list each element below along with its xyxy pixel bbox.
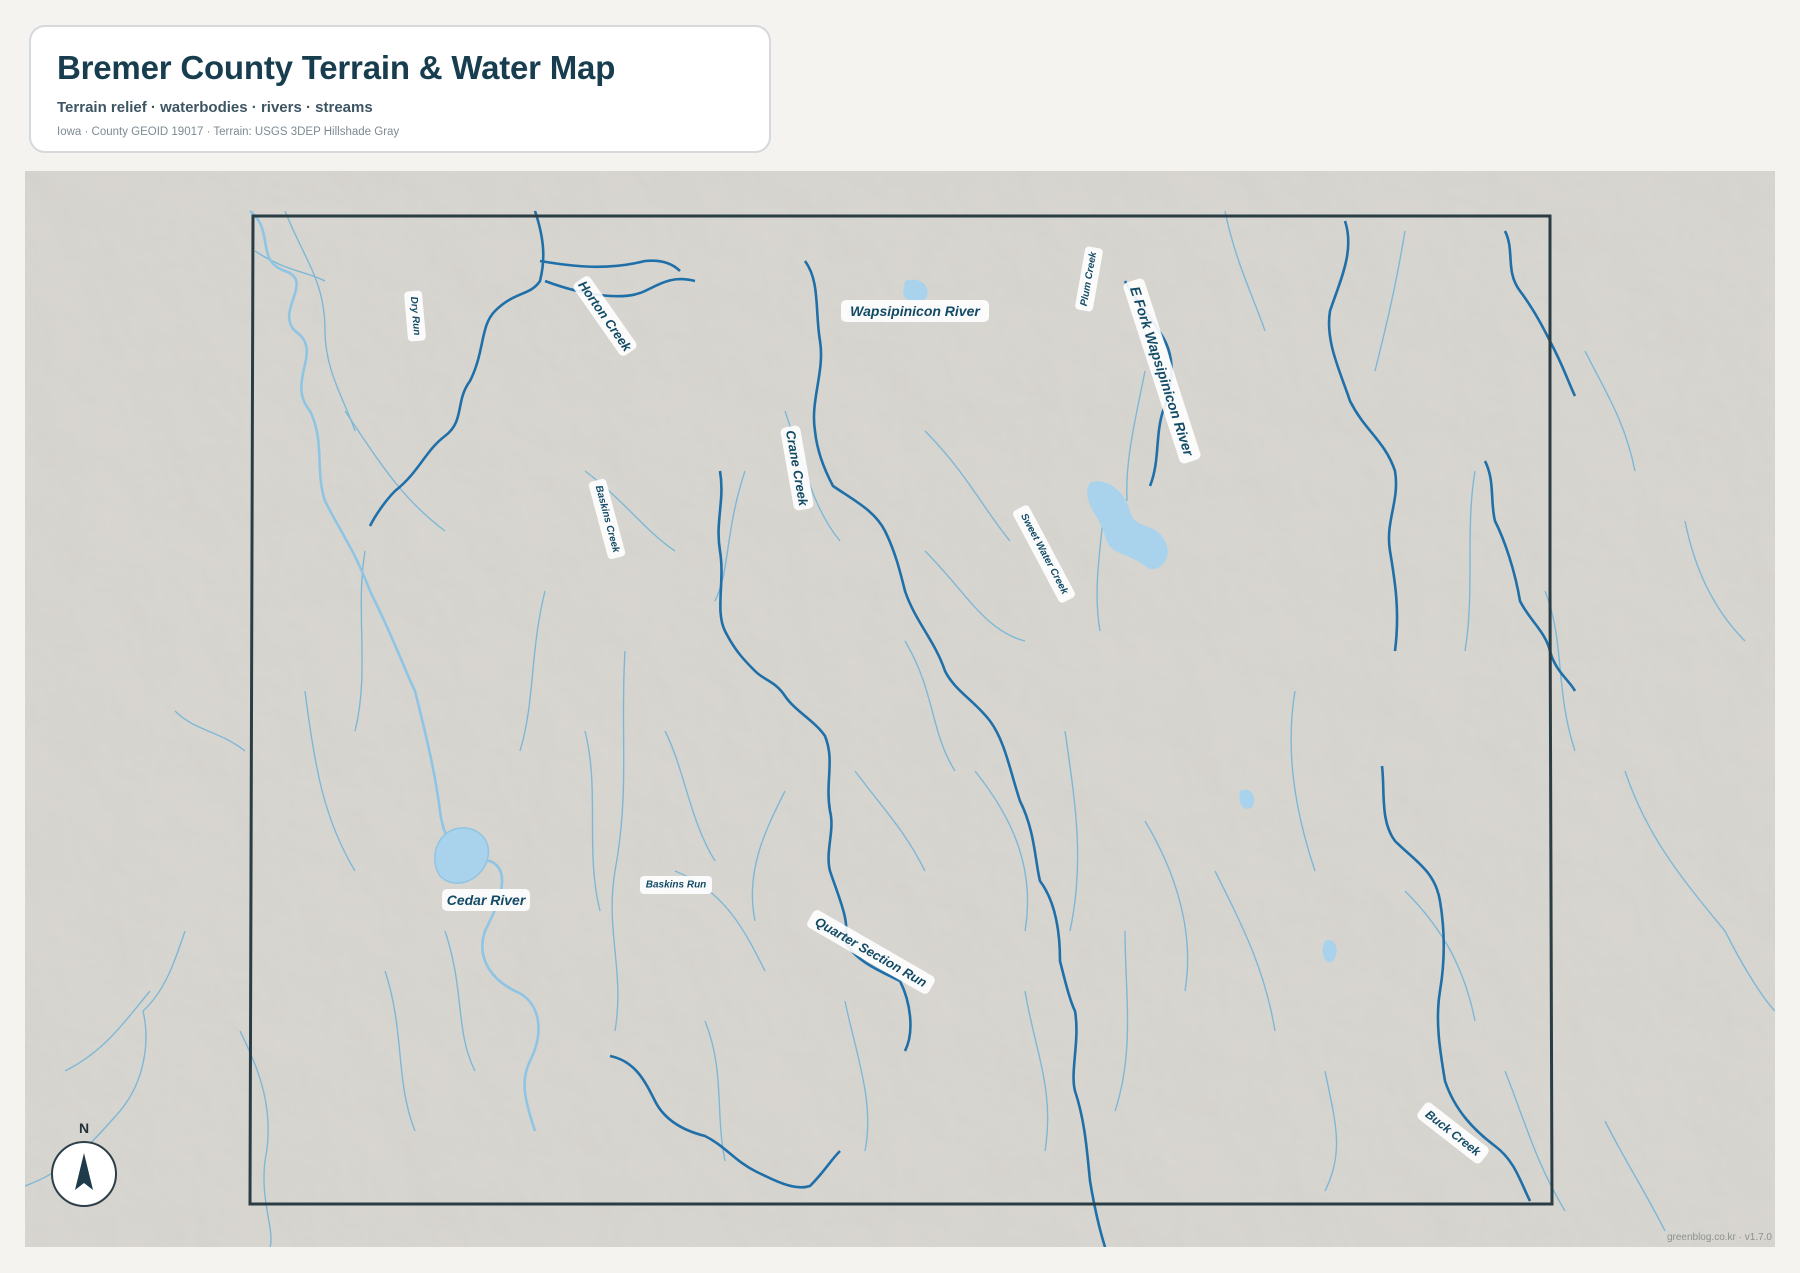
map-title: Bremer County Terrain & Water Map (57, 49, 616, 86)
wapsipinicon-river-label: Wapsipinicon River (841, 300, 989, 322)
north-label: N (78, 1120, 90, 1136)
cedar-river-label: Cedar River (442, 889, 530, 911)
baskins-run-label: Baskins Run (640, 876, 712, 894)
map-canvas[interactable]: Dry Run Horton Creek Wapsipinicon River … (25, 171, 1775, 1247)
compass-needle-icon (75, 1153, 93, 1190)
baskins-run-text: Baskins Run (646, 880, 707, 891)
title-card: Bremer County Terrain & Water Map Terrai… (29, 25, 771, 153)
map-credit: greenblog.co.kr · v1.7.0 (1666, 1232, 1772, 1243)
map-source: Iowa · County GEOID 19017 · Terrain: USG… (57, 125, 400, 138)
terrain-hillshade (25, 171, 1775, 1247)
north-arrow-icon (51, 1141, 117, 1207)
map-subtitle: Terrain relief · waterbodies · rivers · … (57, 98, 373, 116)
wapsipinicon-river-text: Wapsipinicon River (850, 303, 981, 319)
cedar-river-text: Cedar River (447, 892, 527, 908)
map-svg: Dry Run Horton Creek Wapsipinicon River … (25, 171, 1775, 1247)
